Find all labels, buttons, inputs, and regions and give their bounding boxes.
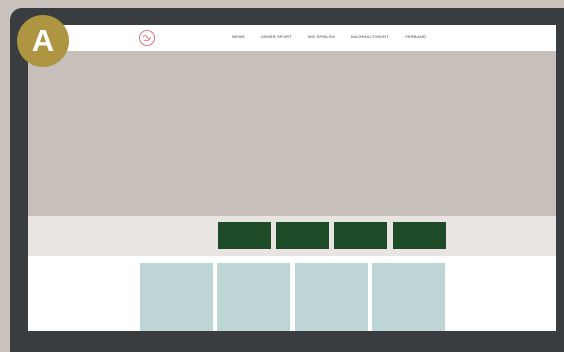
nav-item-news[interactable]: NEWS xyxy=(232,34,245,39)
quick-link-button-2[interactable] xyxy=(276,222,329,249)
content-card-1[interactable] xyxy=(140,263,213,331)
nav-item-verband[interactable]: VERBAND xyxy=(405,34,426,39)
hero-slider xyxy=(28,51,556,228)
content-section xyxy=(28,256,556,331)
content-card-3[interactable] xyxy=(295,263,368,331)
content-card-4[interactable] xyxy=(372,263,445,331)
quick-link-button-1[interactable] xyxy=(218,222,271,249)
website-screen: NEWS UNSER SPORT WO SPIELEN NACHHALTIGKE… xyxy=(28,25,556,331)
nav-item-nachhaltigkeit[interactable]: NACHHALTIGKEIT xyxy=(351,34,389,39)
content-card-2[interactable] xyxy=(217,263,290,331)
main-menu: NEWS UNSER SPORT WO SPIELEN NACHHALTIGKE… xyxy=(232,34,426,39)
quick-links-band xyxy=(28,216,556,256)
quick-link-button-3[interactable] xyxy=(334,222,387,249)
variant-badge: A xyxy=(17,15,69,67)
club-logo-icon[interactable] xyxy=(138,29,156,47)
nav-item-wo-spielen[interactable]: WO SPIELEN xyxy=(308,34,335,39)
quick-link-button-4[interactable] xyxy=(393,222,446,249)
nav-item-unser-sport[interactable]: UNSER SPORT xyxy=(261,34,292,39)
variant-letter: A xyxy=(31,23,55,58)
navigation-bar: NEWS UNSER SPORT WO SPIELEN NACHHALTIGKE… xyxy=(28,25,556,51)
